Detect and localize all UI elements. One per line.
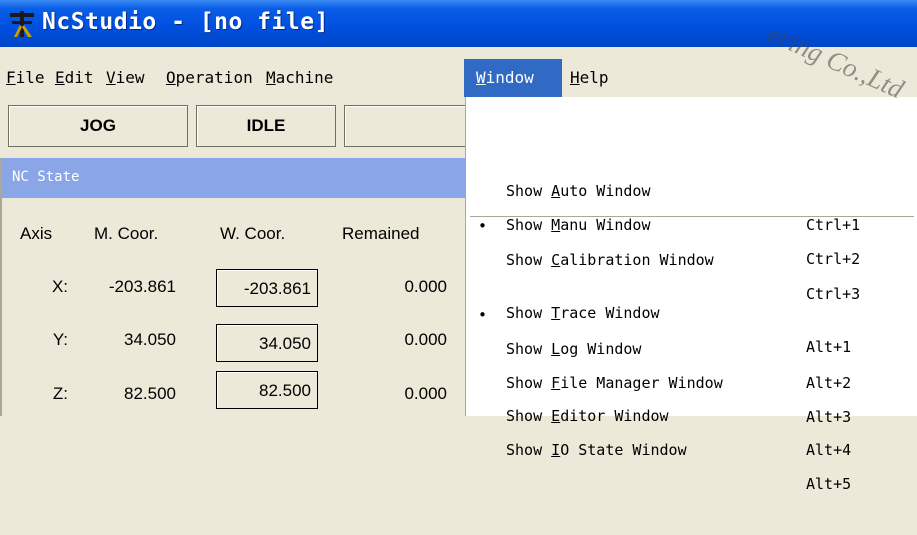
mcoor-x: -203.861 <box>108 277 176 296</box>
menu-window[interactable]: Window <box>464 59 562 97</box>
mcoor-y: 34.050 <box>124 330 176 349</box>
app-logo-icon <box>10 11 34 37</box>
menu-item-show-io-state-window[interactable]: Show IO State Window Alt+5 <box>466 365 917 493</box>
menu-item-show-editor-window[interactable]: Show Editor Window Alt+4 <box>466 331 917 459</box>
menu-bar: File Edit View Operation Machine Window … <box>0 59 917 97</box>
state-indicator: IDLE <box>196 105 336 147</box>
menu-file[interactable]: File <box>2 59 49 97</box>
col-axis: Axis <box>20 224 53 243</box>
axis-x-label: X: <box>51 277 68 296</box>
wcoor-y-field[interactable]: 34.050 <box>216 324 318 362</box>
menu-item-show-manu-window[interactable]: Show Manu Window Ctrl+2 <box>466 140 917 268</box>
menu-item-show-file-manager-window[interactable]: Show File Manager Window Alt+3 <box>466 298 917 426</box>
menu-operation[interactable]: Operation <box>162 59 257 97</box>
remained-y: 0.000 <box>404 330 447 349</box>
nc-state-header[interactable]: NC State <box>2 158 465 198</box>
shortcut-label: Alt+3 <box>806 408 852 426</box>
remained-x: 0.000 <box>404 277 447 296</box>
wcoor-x-field[interactable]: -203.861 <box>216 269 318 307</box>
menu-edit[interactable]: Edit <box>51 59 98 97</box>
menu-machine[interactable]: Machine <box>262 59 337 97</box>
window-dropdown-menu: Show Auto Window Ctrl+1 Show Manu Window… <box>465 97 917 493</box>
mcoor-z: 82.500 <box>124 384 176 403</box>
menu-item-show-auto-window[interactable]: Show Auto Window Ctrl+1 <box>466 106 917 234</box>
shortcut-label: Alt+5 <box>806 475 852 493</box>
menu-help[interactable]: Help <box>566 59 613 97</box>
mode-indicator: JOG <box>8 105 188 147</box>
col-remained: Remained <box>342 224 420 243</box>
menu-view[interactable]: View <box>102 59 149 97</box>
shortcut-label: Alt+4 <box>806 441 852 459</box>
menu-item-label: Show IO State Window <box>506 441 687 459</box>
wcoor-z-field[interactable]: 82.500 <box>216 371 318 409</box>
status-row: JOG IDLE <box>0 101 476 151</box>
window-title: NcStudio - [no file] <box>42 9 329 35</box>
menu-item-show-calibration-window[interactable]: • Show Calibration Window Ctrl+3 <box>466 175 917 303</box>
col-mcoor: M. Coor. <box>94 224 159 243</box>
axis-y-label: Y: <box>52 330 68 349</box>
col-wcoor: W. Coor. <box>220 224 286 243</box>
menu-item-show-log-window[interactable]: • Show Log Window Alt+2 <box>466 264 917 392</box>
menu-item-label: Show Editor Window <box>506 407 669 425</box>
title-bar[interactable]: NcStudio - [no file] <box>0 0 917 47</box>
axis-z-label: Z: <box>52 384 68 403</box>
nc-state-title: NC State <box>12 169 80 185</box>
extra-indicator <box>344 105 476 147</box>
menu-separator <box>470 216 914 218</box>
menu-item-show-trace-window[interactable]: Show Trace Window Alt+1 <box>466 228 917 356</box>
remained-z: 0.000 <box>404 384 447 403</box>
nc-state-panel: NC State Axis M. Coor. W. Coor. Remained… <box>0 158 465 416</box>
